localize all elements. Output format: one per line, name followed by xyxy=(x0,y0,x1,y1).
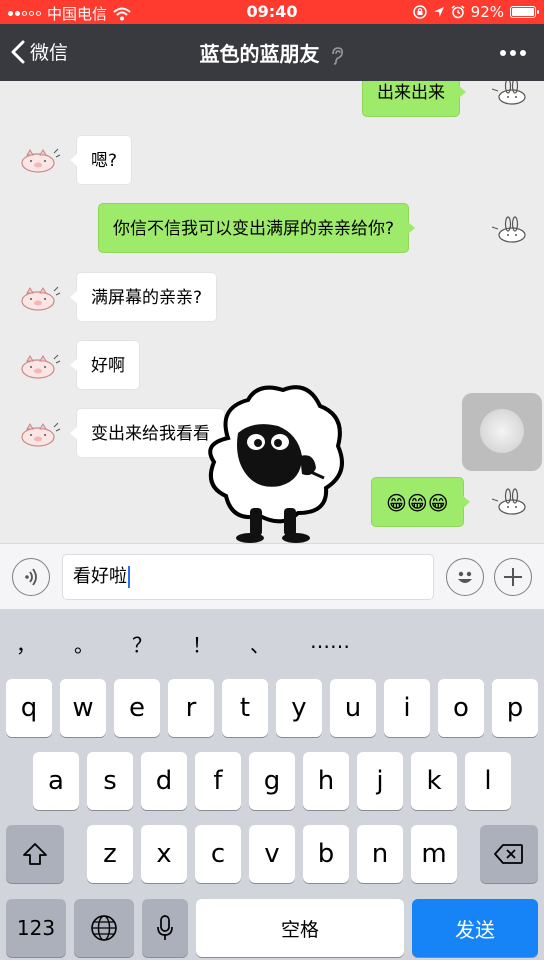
key-s[interactable]: s xyxy=(87,752,133,810)
backspace-icon xyxy=(494,844,523,864)
numbers-key[interactable]: 123 xyxy=(6,899,66,957)
key-w[interactable]: w xyxy=(60,679,106,737)
message-text: 满屏幕的亲亲? xyxy=(91,288,203,308)
key-n[interactable]: n xyxy=(357,825,403,883)
message-text: 😁😁😁 xyxy=(386,491,449,515)
suggestion-item[interactable]: 、 xyxy=(250,629,270,658)
message-input-value: 看好啦 xyxy=(73,566,127,587)
key-r[interactable]: r xyxy=(168,679,214,737)
message-bubble-outgoing[interactable]: 你信不信我可以变出满屏的亲亲给你? xyxy=(98,203,416,253)
key-i[interactable]: i xyxy=(384,679,430,737)
sticker-message[interactable] xyxy=(462,393,542,471)
key-h[interactable]: h xyxy=(303,752,349,810)
backspace-key[interactable] xyxy=(480,825,538,883)
key-m[interactable]: m xyxy=(411,825,457,883)
contact-name: 蓝色的蓝朋友 xyxy=(199,42,320,66)
key-d[interactable]: d xyxy=(141,752,187,810)
punctuation-suggestions: ， 。 ？ ！ 、 …… xyxy=(0,609,544,669)
rabbit-avatar-icon[interactable] xyxy=(488,81,532,113)
chat-header: 微信 蓝色的蓝朋友 xyxy=(0,24,544,81)
status-bar: 中国电信 09:40 92% xyxy=(0,0,544,24)
rabbit-avatar-icon[interactable] xyxy=(488,479,532,523)
message-text: 好啊 xyxy=(91,356,125,376)
suggestion-item[interactable]: ， xyxy=(16,629,36,658)
plus-icon xyxy=(504,568,522,586)
chat-title: 蓝色的蓝朋友 xyxy=(0,38,544,67)
text-cursor xyxy=(128,566,130,588)
globe-icon xyxy=(91,915,117,941)
pig-avatar-icon[interactable] xyxy=(18,411,62,455)
globe-key[interactable] xyxy=(74,899,134,957)
key-t[interactable]: t xyxy=(222,679,268,737)
more-button[interactable] xyxy=(500,50,526,56)
pig-avatar-icon[interactable] xyxy=(18,275,62,319)
message-bubble-incoming[interactable]: 好啊 xyxy=(70,340,140,390)
message-bubble-incoming[interactable]: 嗯? xyxy=(69,135,133,185)
key-g[interactable]: g xyxy=(249,752,295,810)
message-list[interactable]: 出来出来 嗯? 你信不信我可以变出满屏的亲亲给你? 满屏幕的亲亲? 好啊 变出来… xyxy=(0,81,544,543)
alarm-icon xyxy=(451,5,465,19)
more-options-button[interactable] xyxy=(494,558,532,596)
key-k[interactable]: k xyxy=(411,752,457,810)
key-x[interactable]: x xyxy=(141,825,187,883)
shift-key[interactable] xyxy=(6,825,64,883)
suggestion-item[interactable]: ？ xyxy=(132,629,152,658)
key-e[interactable]: e xyxy=(114,679,160,737)
space-key[interactable]: 空格 xyxy=(196,899,404,957)
rabbit-avatar-icon[interactable] xyxy=(488,207,532,251)
smiley-icon xyxy=(458,571,472,583)
rotation-lock-icon xyxy=(412,5,427,19)
message-bubble-incoming[interactable]: 满屏幕的亲亲? xyxy=(69,272,218,322)
key-c[interactable]: c xyxy=(195,825,241,883)
key-z[interactable]: z xyxy=(87,825,133,883)
voice-button[interactable] xyxy=(12,558,50,596)
suggestion-item[interactable]: 。 xyxy=(74,629,94,658)
chat-input-bar: 看好啦 xyxy=(0,543,544,609)
key-p[interactable]: p xyxy=(492,679,538,737)
send-key[interactable]: 发送 xyxy=(412,899,538,957)
pig-avatar-icon[interactable] xyxy=(18,343,62,387)
message-text: 变出来给我看看 xyxy=(91,424,210,444)
key-b[interactable]: b xyxy=(303,825,349,883)
battery-percent: 92% xyxy=(470,3,504,21)
key-y[interactable]: y xyxy=(276,679,322,737)
shift-icon xyxy=(23,843,47,865)
pig-avatar-icon[interactable] xyxy=(18,137,62,181)
message-bubble-outgoing[interactable]: 😁😁😁 xyxy=(371,477,470,527)
voice-icon xyxy=(25,568,37,586)
suggestion-item[interactable]: ！ xyxy=(192,629,212,658)
key-u[interactable]: u xyxy=(330,679,376,737)
key-l[interactable]: l xyxy=(465,752,511,810)
microphone-icon xyxy=(157,915,173,940)
dictation-key[interactable] xyxy=(142,899,188,957)
key-q[interactable]: q xyxy=(6,679,52,737)
ear-mode-icon xyxy=(332,46,344,65)
message-bubble-outgoing[interactable]: 出来出来 xyxy=(362,81,466,117)
battery-icon xyxy=(510,6,539,18)
key-j[interactable]: j xyxy=(357,752,403,810)
location-icon xyxy=(433,7,444,17)
suggestion-item[interactable]: …… xyxy=(310,629,350,653)
key-o[interactable]: o xyxy=(438,679,484,737)
key-f[interactable]: f xyxy=(195,752,241,810)
message-input[interactable]: 看好啦 xyxy=(62,554,434,600)
keyboard: ， 。 ？ ！ 、 …… q w e r t y u i o p a s d f… xyxy=(0,609,544,960)
message-text: 嗯? xyxy=(91,151,118,171)
key-a[interactable]: a xyxy=(33,752,79,810)
sheep-sticker-icon xyxy=(208,385,344,543)
emoji-button[interactable] xyxy=(446,558,484,596)
message-text: 出来出来 xyxy=(377,83,445,103)
key-v[interactable]: v xyxy=(249,825,295,883)
message-text: 你信不信我可以变出满屏的亲亲给你? xyxy=(113,219,395,239)
